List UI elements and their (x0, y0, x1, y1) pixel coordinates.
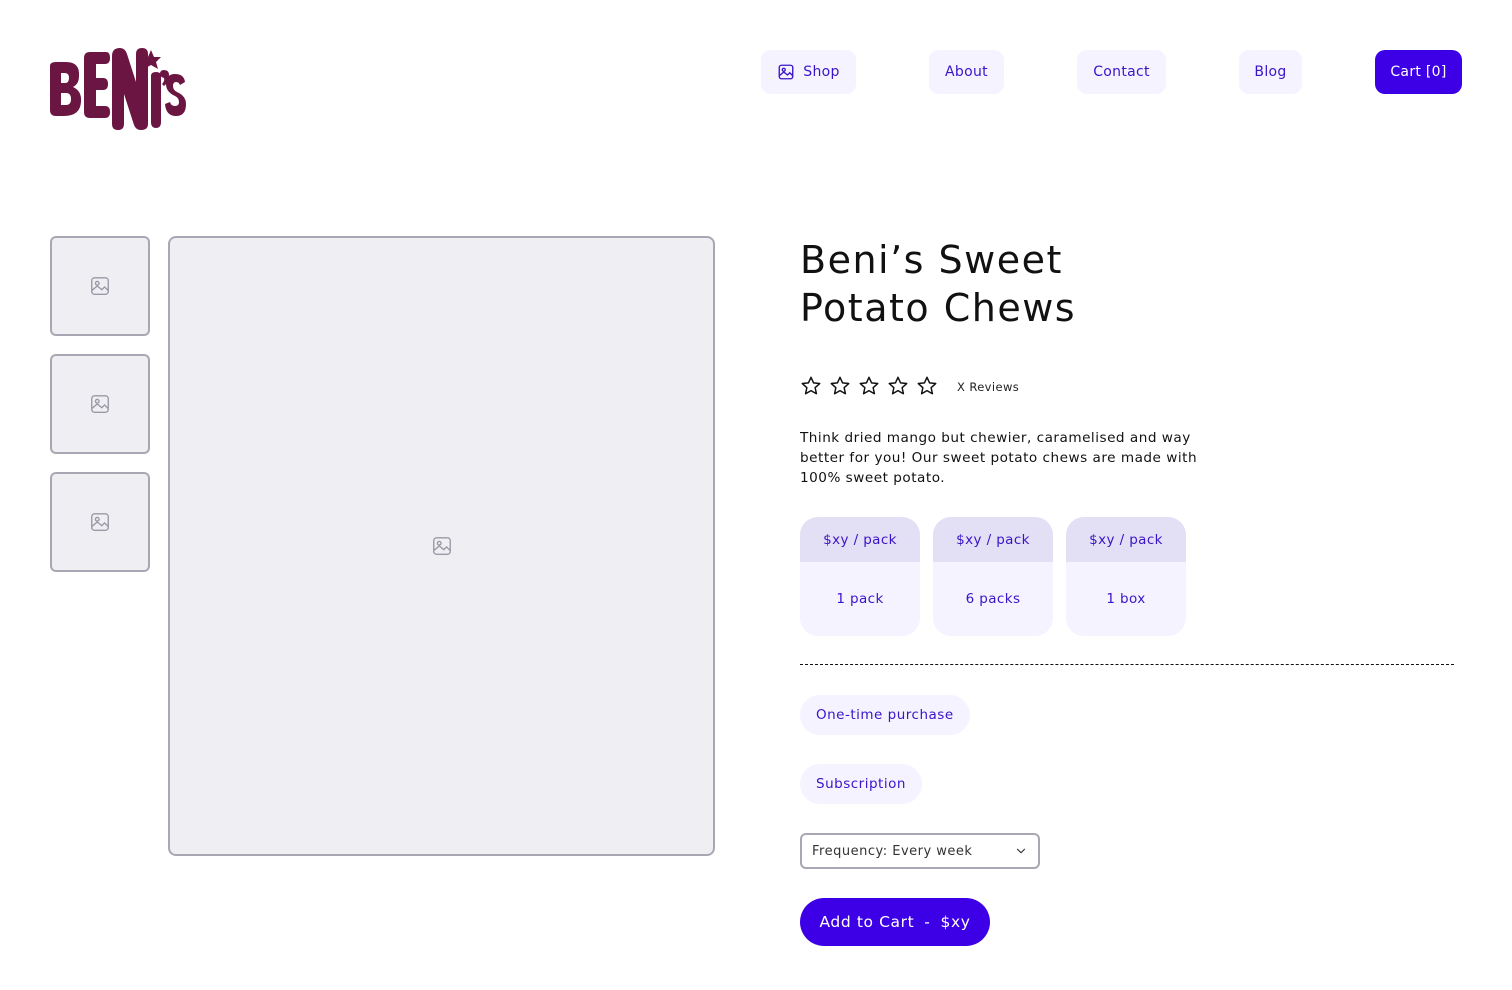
cart-button[interactable]: Cart [0] (1375, 50, 1462, 94)
star-outline-icon[interactable] (916, 375, 938, 397)
add-to-cart-button[interactable]: Add to Cart - $xy (800, 898, 990, 946)
frequency-value: Frequency: Every week (812, 843, 973, 859)
image-icon (778, 64, 794, 80)
star-outline-icon[interactable] (800, 375, 822, 397)
one-time-purchase-label: One-time purchase (816, 707, 954, 723)
nav-about-label: About (945, 64, 988, 80)
pack-price: $xy / pack (933, 517, 1053, 562)
gallery-thumbnail-2[interactable] (50, 354, 150, 454)
subscription-label: Subscription (816, 776, 906, 792)
image-icon (432, 537, 451, 555)
nav-about-button[interactable]: About (929, 50, 1004, 94)
nav-contact-button[interactable]: Contact (1077, 50, 1166, 94)
gallery-thumbnail-3[interactable] (50, 472, 150, 572)
nav-shop-button[interactable]: Shop (761, 50, 856, 94)
pack-price: $xy / pack (1066, 517, 1186, 562)
pack-option-1-box[interactable]: $xy / pack 1 box (1066, 517, 1186, 636)
chevron-down-icon (1016, 848, 1026, 854)
product-title-line-1: Beni’s Sweet (800, 238, 1063, 282)
star-outline-icon[interactable] (858, 375, 880, 397)
add-to-cart-price: $xy (940, 913, 971, 931)
gallery-thumbnail-1[interactable] (50, 236, 150, 336)
section-divider (800, 664, 1454, 665)
add-to-cart-separator: - (924, 913, 931, 931)
image-icon (91, 513, 109, 531)
add-to-cart-label: Add to Cart (819, 913, 915, 931)
image-icon (91, 277, 109, 295)
pack-quantity: 6 packs (965, 591, 1021, 607)
frequency-select[interactable]: Frequency: Every week (800, 833, 1040, 869)
product-title: Beni’s Sweet Potato Chews (800, 236, 1220, 332)
product-title-line-2: Potato Chews (800, 286, 1077, 330)
product-main-image (168, 236, 715, 856)
pack-quantity: 1 pack (836, 591, 884, 607)
pack-option-1-pack[interactable]: $xy / pack 1 pack (800, 517, 920, 636)
brand-logo[interactable] (48, 46, 188, 136)
image-icon (91, 395, 109, 413)
pack-quantity: 1 box (1106, 591, 1146, 607)
nav-blog-label: Blog (1254, 64, 1287, 80)
cart-label: Cart [0] (1390, 64, 1447, 80)
product-description: Think dried mango but chewier, caramelis… (800, 430, 1198, 486)
star-outline-icon[interactable] (887, 375, 909, 397)
pack-price: $xy / pack (800, 517, 920, 562)
pack-option-6-packs[interactable]: $xy / pack 6 packs (933, 517, 1053, 636)
subscription-option[interactable]: Subscription (800, 764, 922, 804)
one-time-purchase-option[interactable]: One-time purchase (800, 695, 970, 735)
reviews-count-link[interactable]: X Reviews (957, 380, 1019, 394)
nav-shop-label: Shop (803, 64, 840, 80)
rating-stars (800, 375, 938, 397)
nav-blog-button[interactable]: Blog (1239, 50, 1302, 94)
star-outline-icon[interactable] (829, 375, 851, 397)
nav-contact-label: Contact (1093, 64, 1150, 80)
